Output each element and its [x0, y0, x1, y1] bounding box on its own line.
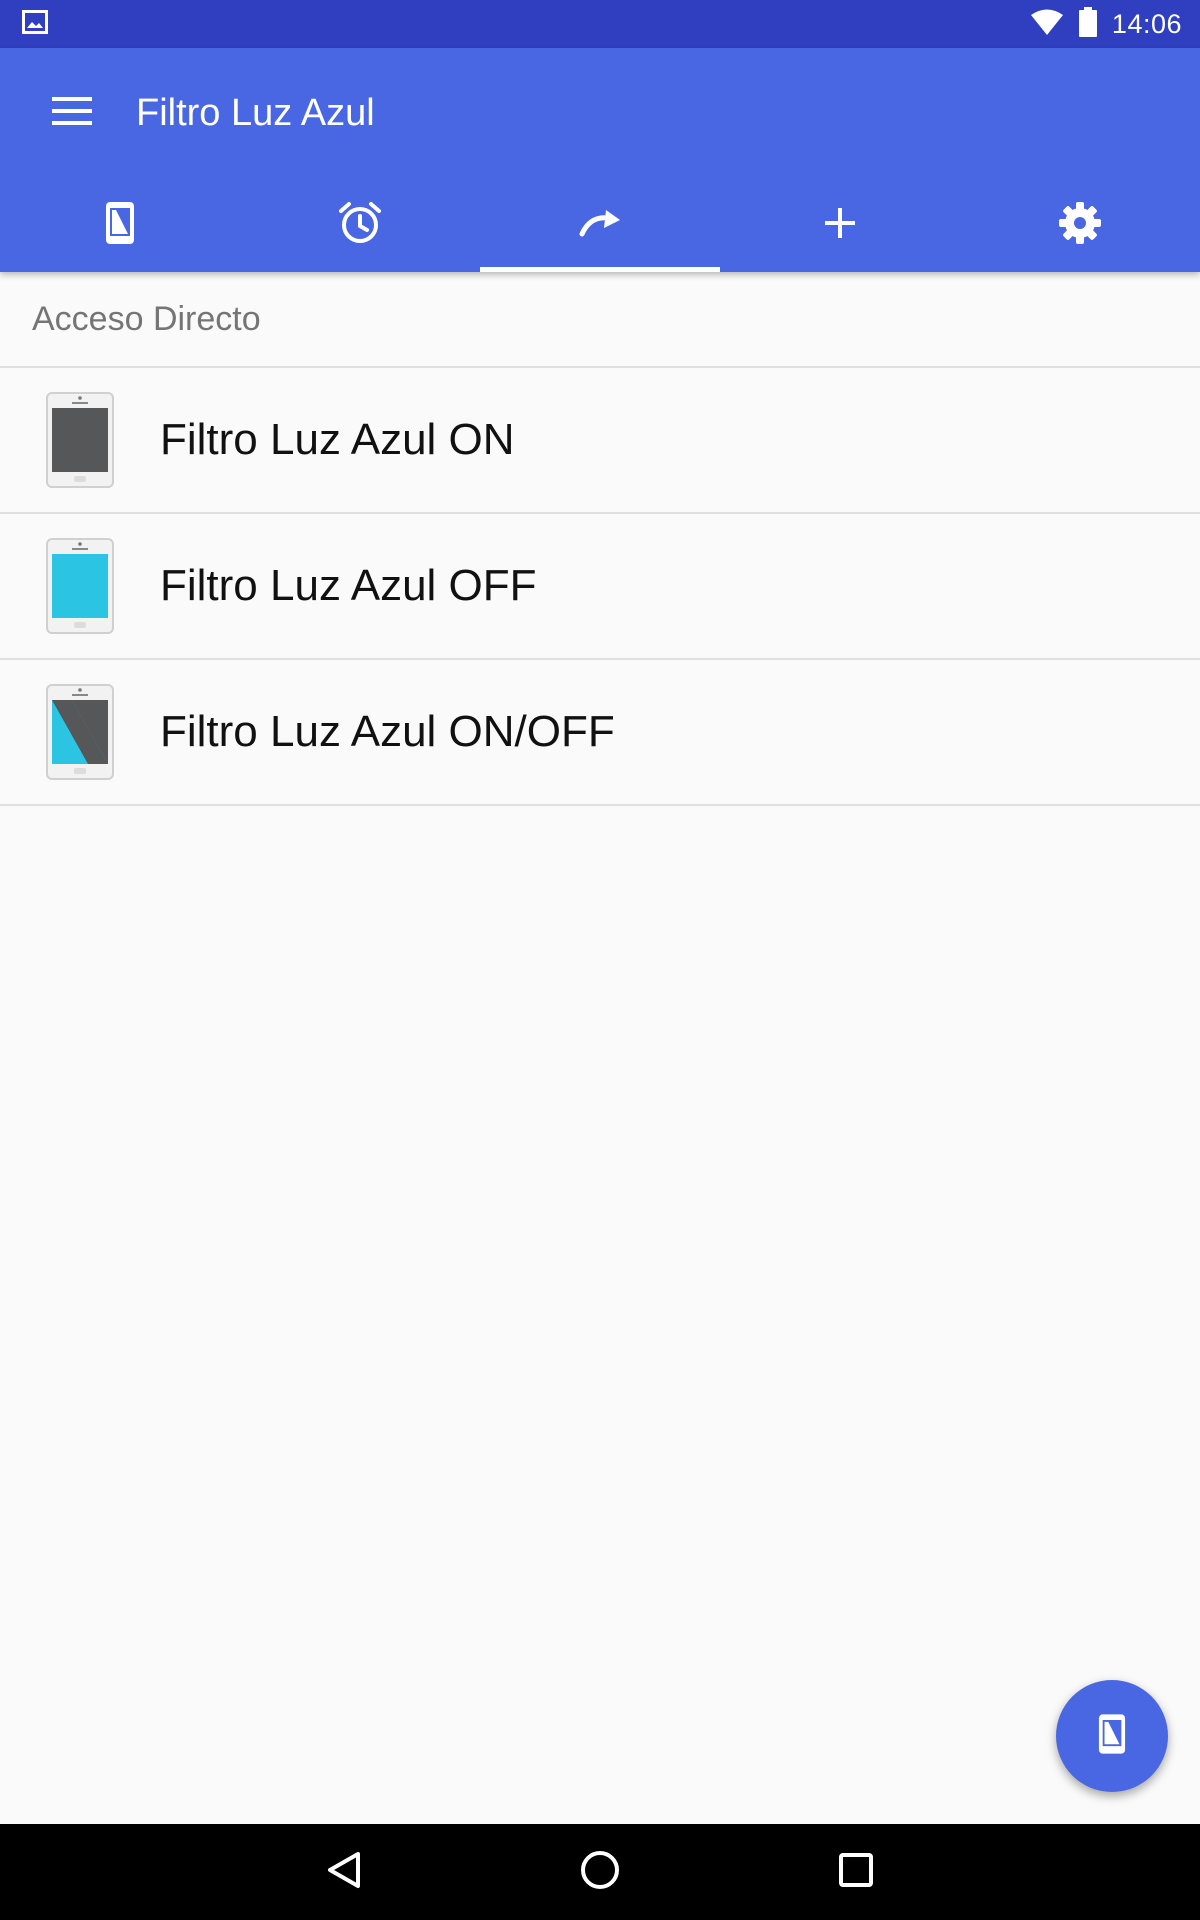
list-item-filter-on[interactable]: Filtro Luz Azul ON — [0, 368, 1200, 514]
hamburger-menu-icon — [52, 96, 92, 130]
gear-icon — [1058, 201, 1102, 250]
recents-button[interactable] — [728, 1824, 984, 1920]
home-icon — [580, 1850, 620, 1895]
section-title: Acceso Directo — [0, 272, 1200, 368]
list-item-filter-off[interactable]: Filtro Luz Azul OFF — [0, 514, 1200, 660]
list-item-label: Filtro Luz Azul ON/OFF — [160, 707, 615, 756]
phone-cyan-screen-icon — [0, 538, 160, 634]
tab-schedule[interactable] — [240, 178, 480, 272]
list-item-label: Filtro Luz Azul OFF — [160, 561, 537, 610]
shortcut-list-panel: Acceso Directo Filtro Luz Azul ON Filtro… — [0, 272, 1200, 806]
tab-settings[interactable] — [960, 178, 1200, 272]
app-bar: Filtro Luz Azul — [0, 48, 1200, 272]
list-item-filter-toggle[interactable]: Filtro Luz Azul ON/OFF — [0, 660, 1200, 806]
phone-split-screen-icon — [0, 684, 160, 780]
battery-icon — [1078, 6, 1098, 42]
back-icon — [326, 1851, 362, 1894]
status-icons: 14:06 — [1030, 6, 1182, 42]
phone-dark-screen-icon — [0, 392, 160, 488]
home-button[interactable] — [472, 1824, 728, 1920]
wifi-icon — [1030, 8, 1064, 41]
tab-bar — [0, 178, 1200, 272]
alarm-clock-icon — [338, 201, 382, 250]
phone-filter-icon — [1098, 1713, 1126, 1760]
recents-icon — [839, 1852, 873, 1892]
status-time: 14:06 — [1111, 8, 1182, 39]
back-button[interactable] — [216, 1824, 472, 1920]
phone-filter-icon — [105, 201, 135, 250]
menu-button[interactable] — [36, 77, 108, 149]
system-nav-bar — [0, 1824, 1200, 1920]
tab-shortcuts[interactable] — [480, 178, 720, 272]
status-bar: 14:06 — [0, 0, 1200, 48]
redo-arrow-icon — [578, 208, 622, 243]
filter-fab-button[interactable] — [1056, 1680, 1168, 1792]
toolbar: Filtro Luz Azul — [0, 48, 1200, 178]
app-title: Filtro Luz Azul — [136, 91, 375, 134]
tab-filter[interactable] — [0, 178, 240, 272]
list-item-label: Filtro Luz Azul ON — [160, 415, 515, 464]
tab-add[interactable] — [720, 178, 960, 272]
image-notification-icon — [22, 9, 48, 39]
plus-icon — [825, 207, 855, 243]
